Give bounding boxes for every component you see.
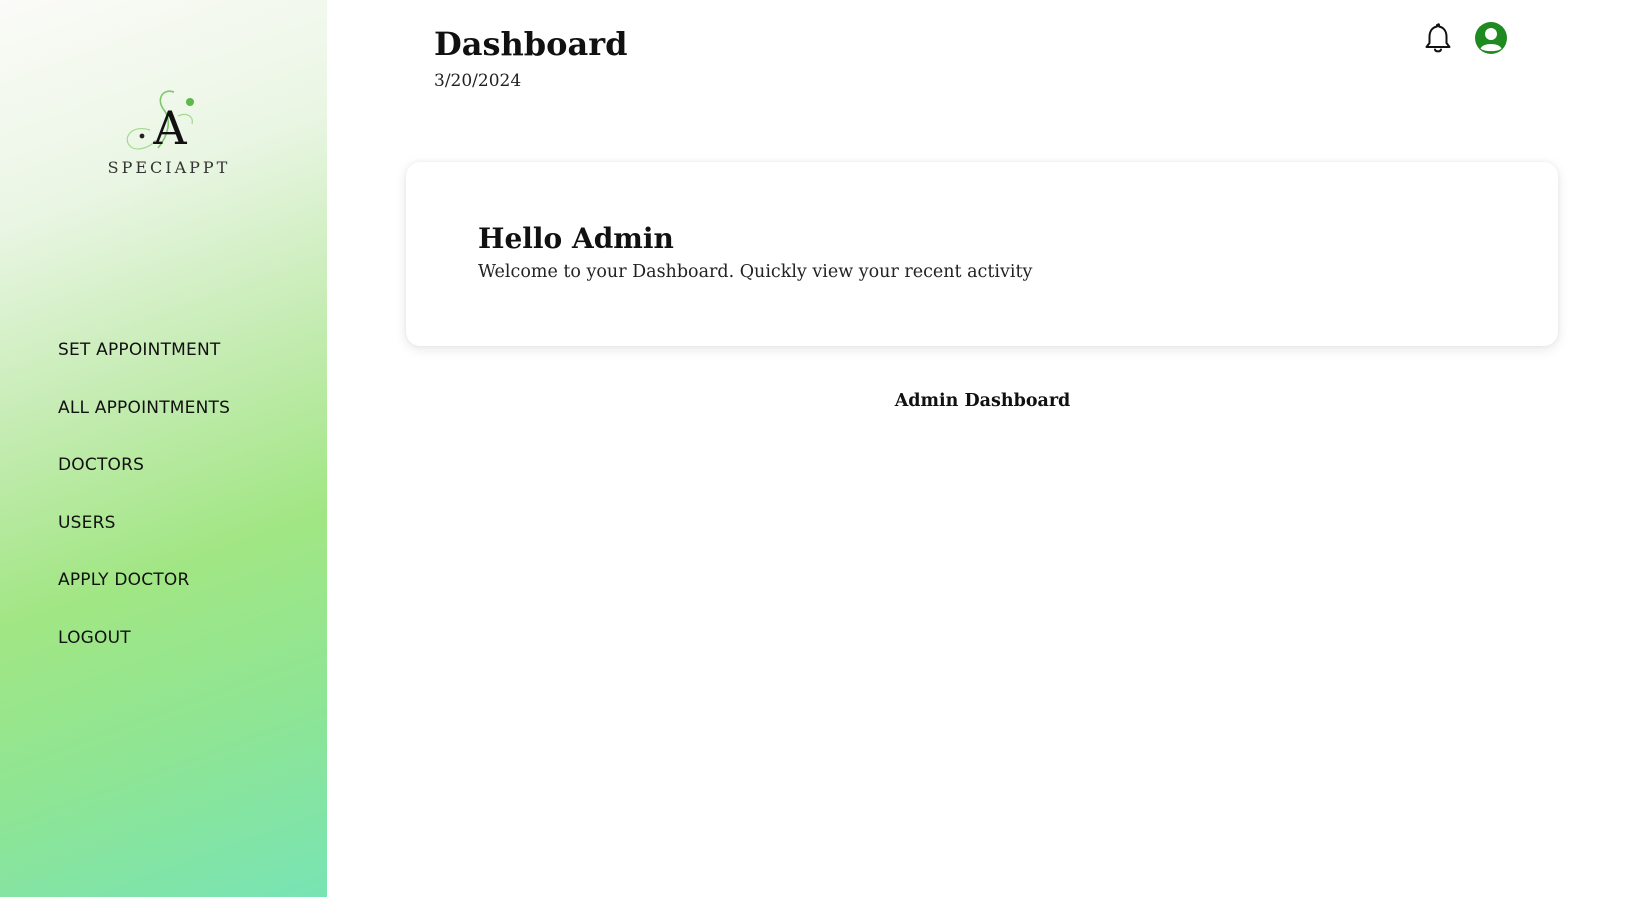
logo-mark: A bbox=[126, 90, 194, 155]
user-avatar-icon[interactable] bbox=[1474, 21, 1508, 55]
logo-letter: A bbox=[152, 101, 187, 155]
sidebar-item-all-appointments[interactable]: ALL APPOINTMENTS bbox=[58, 398, 230, 456]
sidebar-item-doctors[interactable]: DOCTORS bbox=[58, 455, 230, 513]
welcome-subtitle: Welcome to your Dashboard. Quickly view … bbox=[478, 262, 1033, 282]
page-date: 3/20/2024 bbox=[434, 71, 522, 91]
page-title: Dashboard bbox=[434, 25, 628, 63]
brand-logo[interactable]: A SPECIAPPT bbox=[104, 86, 234, 186]
sidebar-item-apply-doctor[interactable]: APPLY DOCTOR bbox=[58, 570, 230, 628]
welcome-card: Hello Admin Welcome to your Dashboard. Q… bbox=[406, 162, 1558, 346]
sidebar-item-set-appointment[interactable]: SET APPOINTMENT bbox=[58, 340, 230, 398]
sidebar-nav: SET APPOINTMENT ALL APPOINTMENTS DOCTORS… bbox=[58, 340, 230, 685]
sidebar: A SPECIAPPT SET APPOINTMENT ALL APPOINTM… bbox=[0, 0, 327, 897]
bell-icon[interactable] bbox=[1424, 22, 1452, 54]
main-content: Dashboard 3/20/2024 Hello Admin Welcome … bbox=[327, 0, 1638, 897]
sidebar-item-users[interactable]: USERS bbox=[58, 513, 230, 571]
admin-dashboard-label: Admin Dashboard bbox=[894, 391, 1071, 411]
welcome-title: Hello Admin bbox=[478, 222, 674, 255]
sidebar-item-logout[interactable]: LOGOUT bbox=[58, 628, 230, 686]
brand-name: SPECIAPPT bbox=[107, 158, 231, 177]
